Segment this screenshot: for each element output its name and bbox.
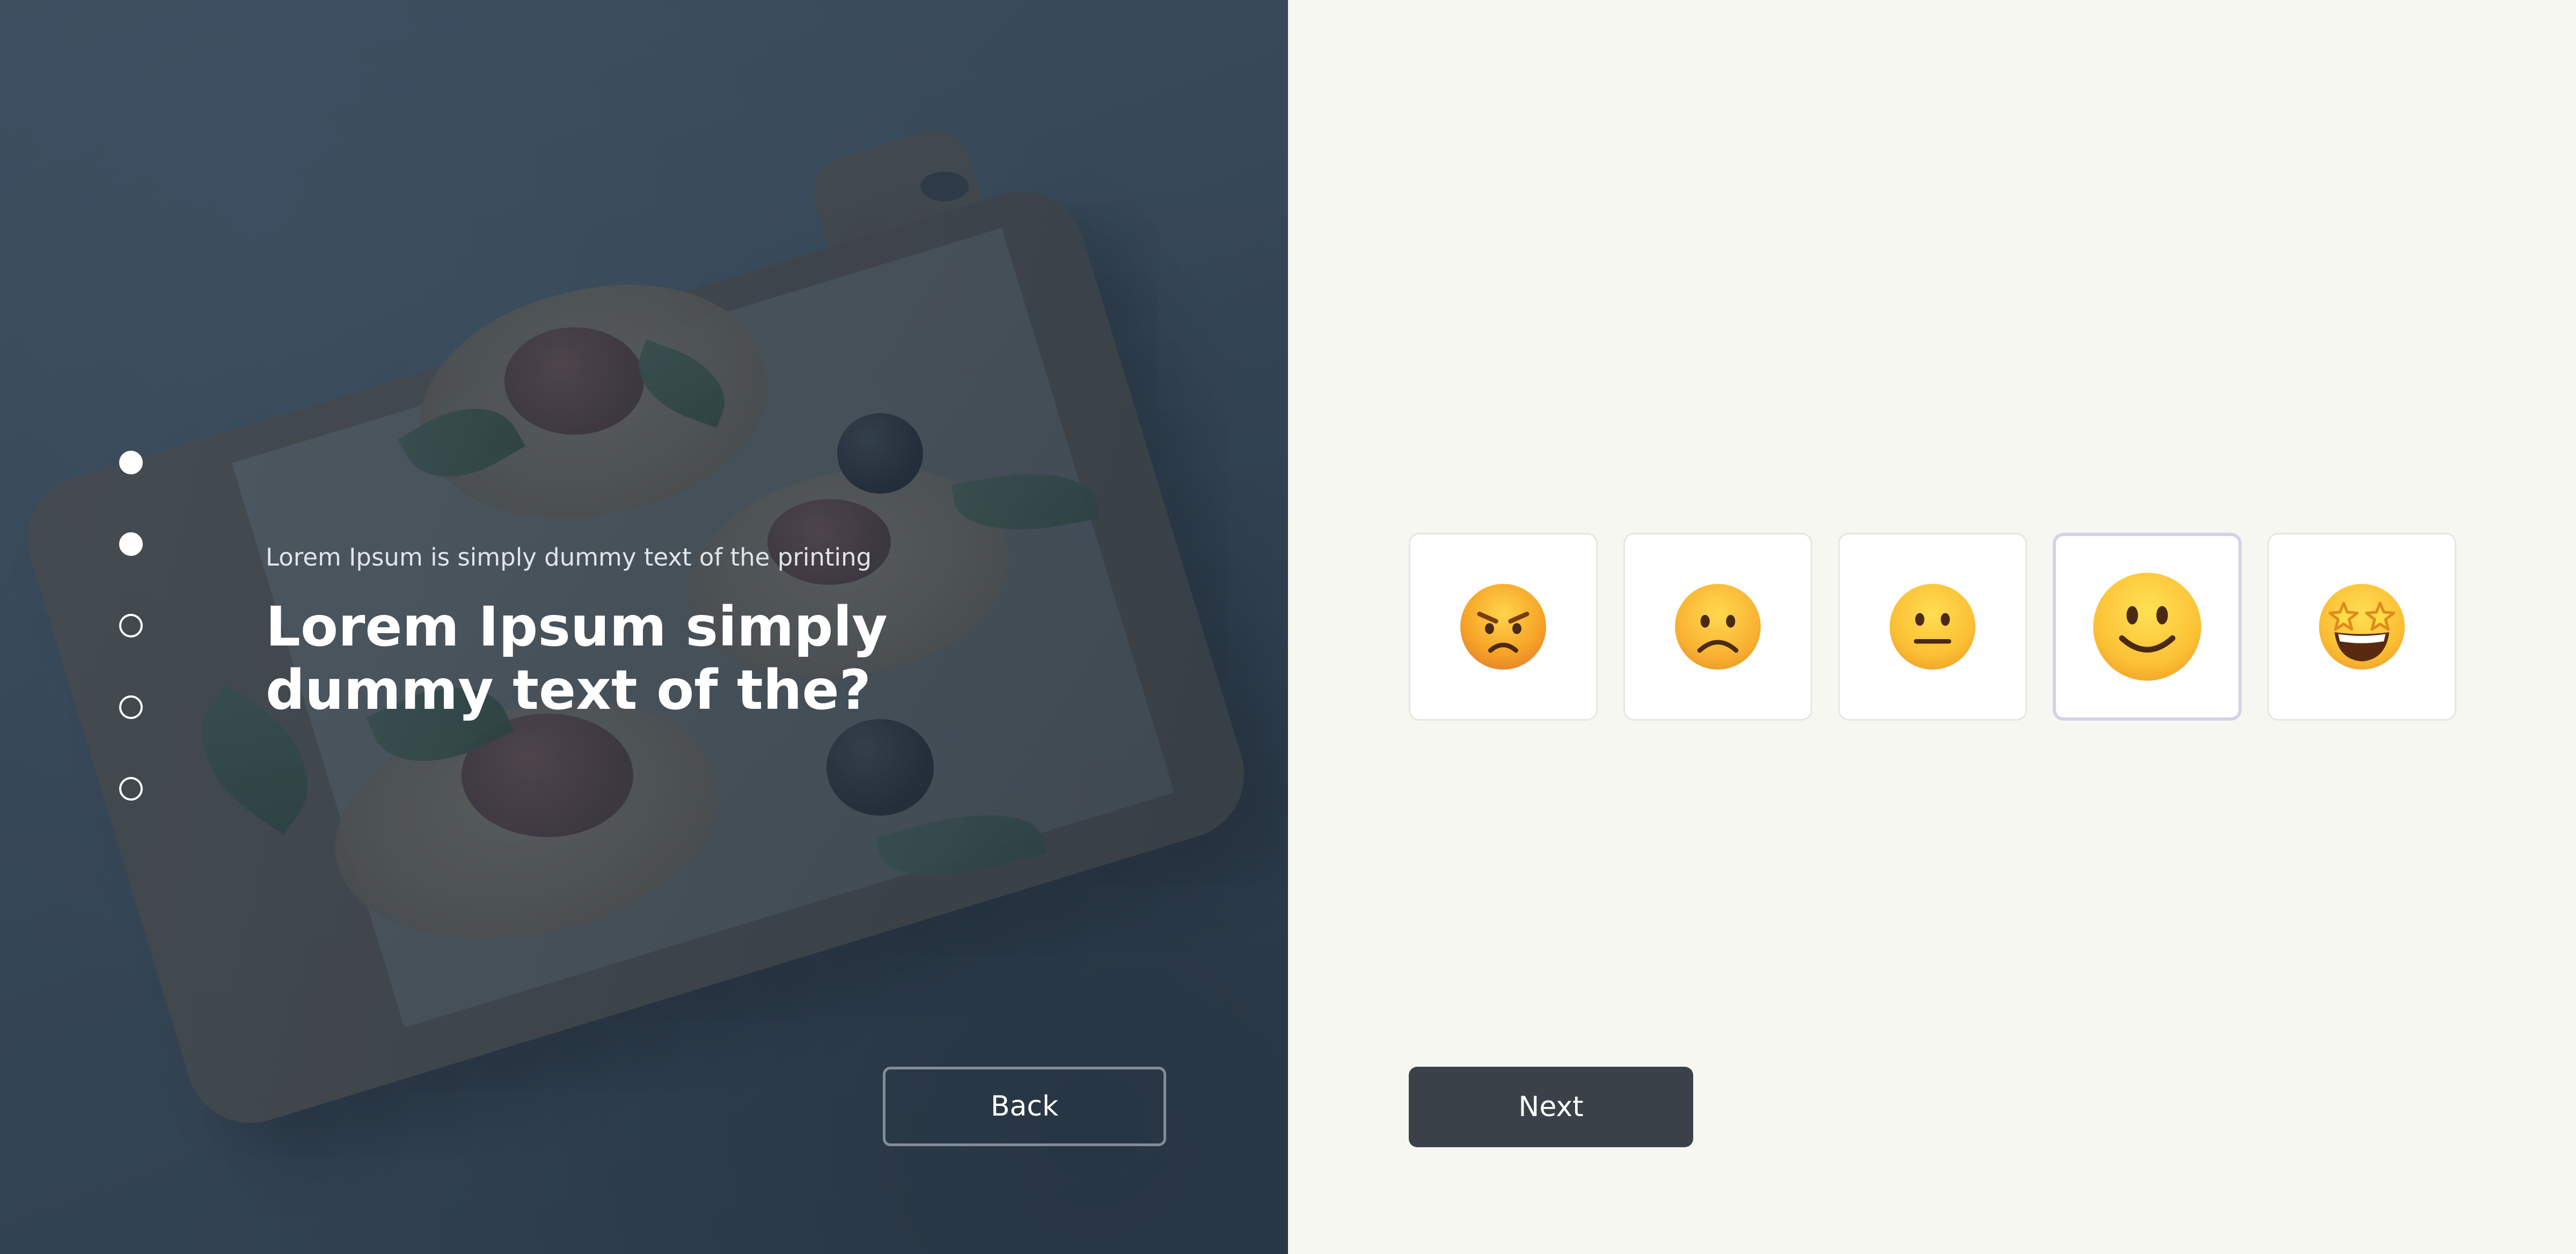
left-panel: Lorem Ipsum is simply dummy text of the … — [0, 0, 1288, 1254]
progress-dot — [119, 695, 143, 719]
star-struck-face-icon — [2316, 581, 2407, 672]
frowning-face-icon — [1672, 581, 1763, 672]
rating-option-angry[interactable] — [1409, 533, 1598, 721]
right-panel: Next — [1288, 0, 2576, 1254]
next-button[interactable]: Next — [1409, 1067, 1693, 1147]
progress-dot — [119, 451, 143, 474]
question-title: Lorem Ipsum simply dummy text of the? — [266, 595, 888, 722]
rating-options — [1409, 533, 2482, 721]
back-button[interactable]: Back — [883, 1067, 1166, 1146]
question-subtitle: Lorem Ipsum is simply dummy text of the … — [266, 543, 872, 571]
rating-option-sad[interactable] — [1623, 533, 1812, 721]
angry-face-icon — [1458, 581, 1549, 672]
neutral-face-icon — [1887, 581, 1978, 672]
slightly-smiling-face-icon — [2090, 569, 2205, 684]
progress-dot — [119, 614, 143, 637]
rating-option-excited[interactable] — [2267, 533, 2456, 721]
progress-dot — [119, 532, 143, 556]
rating-option-neutral[interactable] — [1838, 533, 2027, 721]
rating-option-happy[interactable] — [2053, 533, 2242, 721]
progress-dot — [119, 777, 143, 801]
